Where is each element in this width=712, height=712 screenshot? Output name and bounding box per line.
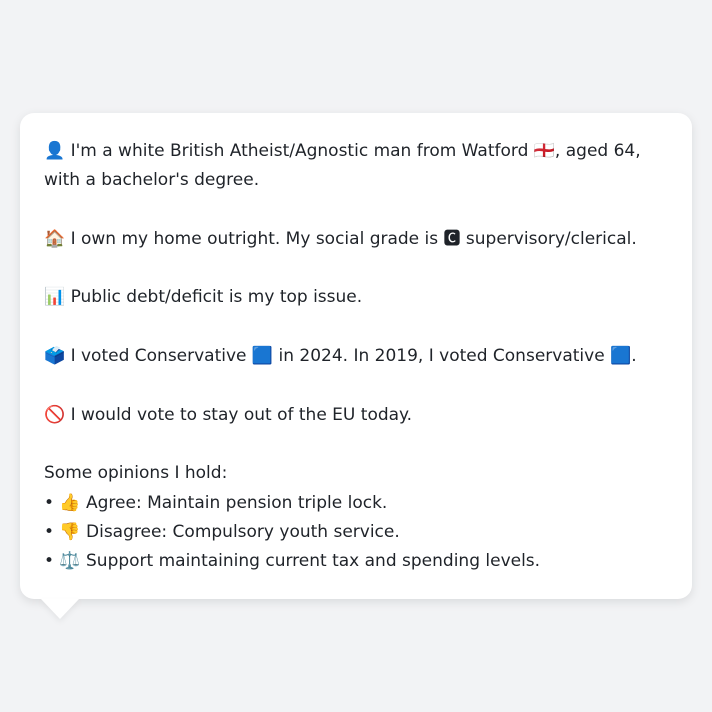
home-line: 🏠 I own my home outright. My social grad… xyxy=(44,228,637,249)
opinions-heading: Some opinions I hold: xyxy=(44,463,228,484)
eu-line: 🚫 I would vote to stay out of the EU tod… xyxy=(44,404,413,425)
bubble-tail xyxy=(41,599,79,619)
message-bubble: 👤 I'm a white British Atheist/Agnostic m… xyxy=(20,113,692,599)
opinion-item: • 👍 Agree: Maintain pension triple lock. xyxy=(44,492,388,513)
vote-line: 🗳️ I voted Conservative 🟦 in 2024. In 20… xyxy=(44,346,637,367)
opinion-item: • ⚖️ Support maintaining current tax and… xyxy=(44,551,541,572)
issue-line: 📊 Public debt/deficit is my top issue. xyxy=(44,287,363,308)
opinion-item: • 👎 Disagree: Compulsory youth service. xyxy=(44,521,400,542)
intro-line: 👤 I'm a white British Atheist/Agnostic m… xyxy=(44,141,647,191)
